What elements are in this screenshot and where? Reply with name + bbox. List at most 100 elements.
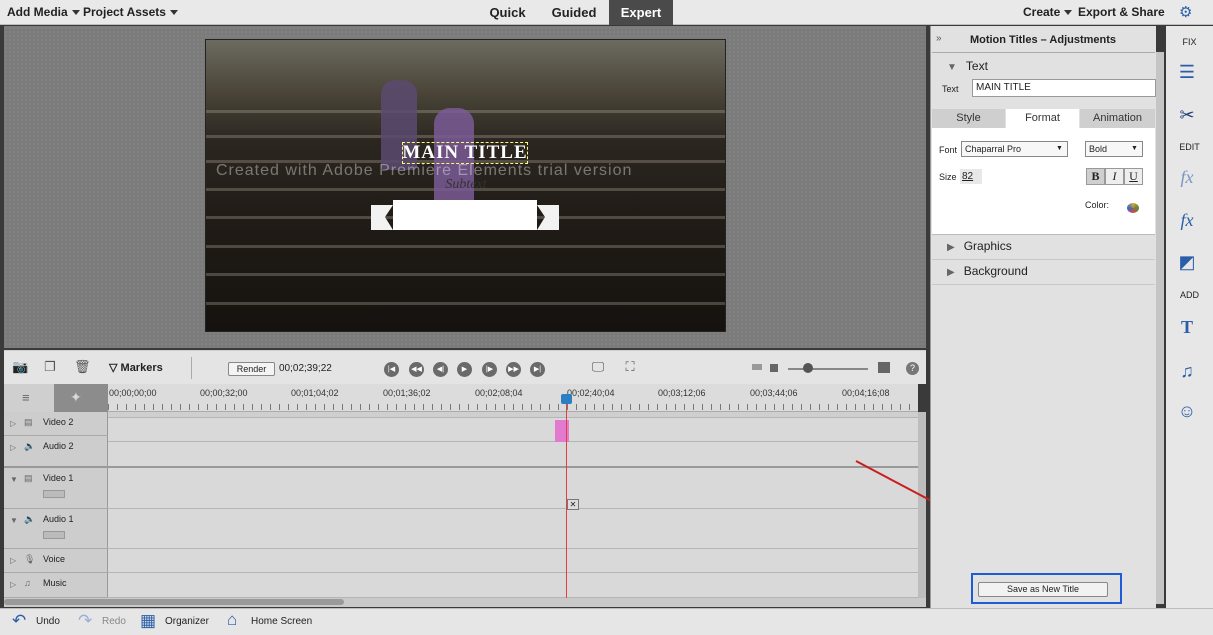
underline-button[interactable]: U [1124,168,1143,185]
track-header-audio2[interactable]: ▷ 🔈 Audio 2 [4,436,108,468]
keyframe-controls[interactable] [43,531,65,539]
expand-icon[interactable]: ▷ [10,556,16,565]
home-icon[interactable]: ⌂ [227,611,237,629]
tools-icon[interactable]: ✂ [1176,104,1198,126]
organizer-button[interactable]: Organizer [165,616,209,627]
timeline-horizontal-scrollbar[interactable] [4,598,926,607]
text-field[interactable]: MAIN TITLE [972,79,1156,97]
tab-style[interactable]: Style [932,109,1005,128]
goto-start-icon[interactable]: |◀ [384,362,399,377]
undo-icon[interactable]: ↶ [12,612,26,630]
transition-icon[interactable]: ✕ [567,499,579,510]
organizer-icon[interactable]: ▦ [140,612,156,630]
track-lane-audio2[interactable] [108,442,918,468]
expand-icon[interactable]: ▷ [10,443,16,452]
track-header-video1[interactable]: ▼ ▤ Video 1 [4,468,108,509]
bold-button[interactable]: B [1086,168,1105,185]
date-text[interactable]: Date [393,207,539,217]
render-button[interactable]: Render [228,362,275,376]
divider [932,259,1155,260]
help-icon[interactable]: ? [906,362,919,375]
track-lane-video1[interactable] [108,468,918,509]
keyframe-controls[interactable] [43,490,65,498]
track-lane-voice[interactable] [108,549,918,573]
background-section-header[interactable]: ▶ Background [947,264,1028,278]
size-field[interactable]: 82 [960,169,982,184]
export-share-menu[interactable]: Export & Share [1078,5,1165,19]
track-lane-audio1[interactable] [108,509,918,549]
fullscreen-icon[interactable]: ⛶ [622,360,638,374]
tab-expert[interactable]: Expert [609,0,673,25]
save-as-new-title-button[interactable]: Save as New Title [978,582,1108,597]
time-ruler[interactable]: 00;00;00;00 00;00;32;00 00;01;04;02 00;0… [108,384,918,412]
step-back-icon[interactable]: ◀◀ [409,362,424,377]
expand-icon[interactable]: ▷ [10,419,16,428]
timeline-tracks[interactable]: ✕ [108,412,918,598]
tab-animation[interactable]: Animation [1080,109,1155,128]
transitions-icon[interactable]: ◩ [1176,251,1198,273]
duplicate-icon[interactable]: ❐ [42,360,58,374]
panel-scrollbar[interactable] [1156,52,1164,604]
track-header-audio1[interactable]: ▼ 🔈 Audio 1 [4,509,108,549]
applied-effects-icon[interactable]: fx [1176,166,1198,188]
track-header-music[interactable]: ▷ ♫ Music [4,573,108,598]
redo-button[interactable]: Redo [102,616,126,627]
timeline-toolbar: 📷 ❐ 🗑 ▽ Markers Render 00;02;39;22 |◀ ◀◀… [4,350,926,384]
scrollbar-thumb[interactable] [4,599,344,605]
zoom-out-icon[interactable] [752,364,762,370]
track-options-icon[interactable]: ≡ [22,390,30,405]
track-label: Voice [43,554,66,564]
add-media-menu[interactable]: Add Media [7,5,80,19]
titles-icon[interactable]: T [1176,316,1198,338]
tab-guided[interactable]: Guided [543,0,605,25]
frame-forward-icon[interactable]: |▶ [482,362,497,377]
zoom-large-icon[interactable] [878,362,890,373]
collapse-icon[interactable]: ▼ [10,475,18,484]
frame-back-icon[interactable]: ◀| [433,362,448,377]
project-assets-menu[interactable]: Project Assets [83,5,178,19]
track-header-voice[interactable]: ▷ 🎙 Voice [4,549,108,573]
add-label: ADD [1179,290,1199,300]
playhead-handle[interactable] [561,394,572,404]
monitor-icon[interactable]: 🖵 [590,360,606,374]
zoom-small-icon[interactable] [770,364,778,372]
video-preview[interactable]: Created with Adobe Premiere Elements tri… [205,39,726,332]
chevron-right-icon: ▶ [947,242,955,253]
graphics-smiley-icon[interactable]: ☺ [1176,400,1198,422]
font-weight-dropdown[interactable]: Bold ▼ [1085,141,1143,157]
home-screen-button[interactable]: Home Screen [251,616,312,627]
color-picker-icon[interactable] [1127,203,1139,213]
track-lane-music[interactable] [108,573,918,598]
zoom-slider-handle[interactable] [803,363,813,373]
redo-icon[interactable]: ↷ [78,612,92,630]
play-icon[interactable]: ▶ [457,362,472,377]
trash-icon[interactable]: 🗑 [74,360,91,374]
track-label: Audio 1 [43,514,74,524]
graphics-section-header[interactable]: ▶ Graphics [947,239,1012,253]
font-label: Font [939,145,958,155]
text-section-header[interactable]: ▼ Text [947,59,988,73]
main-title-text[interactable]: MAIN TITLE [402,142,528,164]
font-dropdown[interactable]: Chaparral Pro ▼ [961,141,1068,157]
markers-menu[interactable]: ▽ Markers [109,361,163,374]
zoom-slider[interactable] [788,368,868,370]
undo-button[interactable]: Undo [36,616,60,627]
track-header-video2[interactable]: ▷ ▤ Video 2 [4,412,108,436]
tab-quick[interactable]: Quick [480,0,535,25]
camera-icon[interactable]: 📷 [12,360,28,374]
goto-end-icon[interactable]: ▶| [530,362,545,377]
tab-format[interactable]: Format [1006,109,1079,128]
expand-icon[interactable]: ▷ [10,580,16,589]
music-icon[interactable]: ♫ [1176,360,1198,382]
collapse-icon[interactable]: ▼ [10,516,18,525]
timecode-display[interactable]: 00;02;39;22 [279,363,332,374]
effects-icon[interactable]: fx [1176,209,1198,231]
create-menu[interactable]: Create [1023,5,1073,19]
subtext-text[interactable]: Subtext [393,177,539,193]
adjust-sliders-icon[interactable]: ☰ [1176,61,1198,83]
italic-button[interactable]: I [1105,168,1124,185]
track-lane-video2[interactable] [108,418,918,442]
ruler-tick: 00;03;44;06 [750,388,798,398]
gear-icon[interactable]: ⚙ [1179,3,1192,21]
step-forward-icon[interactable]: ▶▶ [506,362,521,377]
